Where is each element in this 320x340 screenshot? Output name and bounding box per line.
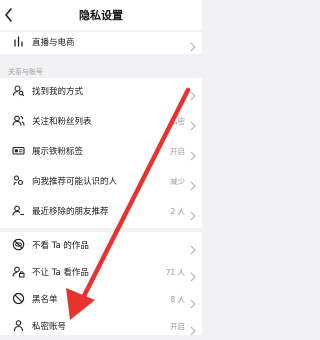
person-search-icon xyxy=(12,84,25,97)
chevron-right-icon xyxy=(190,86,196,101)
row-label: 最近移除的朋友推荐 xyxy=(32,207,109,217)
settings-group-relations: 找到我的方式 关注和粉丝列表 私密 展示铁粉标签 开启 向我推荐可能认识的人 减… xyxy=(0,78,202,228)
row-label: 直播与电商 xyxy=(32,38,75,48)
chevron-right-icon xyxy=(190,321,196,336)
row-value: 私密 xyxy=(170,117,185,126)
row-follow-fan-list[interactable]: 关注和粉丝列表 私密 xyxy=(0,108,202,134)
row-iron-fan-badge[interactable]: 展示铁粉标签 开启 xyxy=(0,138,202,164)
eye-off-icon xyxy=(12,238,25,251)
block-icon xyxy=(12,292,25,305)
followers-icon xyxy=(12,114,25,127)
contacts-icon xyxy=(12,174,25,187)
section-label: 关系与账号 xyxy=(8,68,43,76)
chevron-right-icon xyxy=(190,206,196,221)
badge-icon xyxy=(12,144,25,157)
chevron-right-icon xyxy=(190,294,196,309)
row-value: 71 人 xyxy=(165,268,185,277)
row-label: 找到我的方式 xyxy=(32,87,84,97)
row-label: 关注和粉丝列表 xyxy=(32,117,92,127)
chevron-right-icon xyxy=(190,116,196,131)
settings-group-top: 直播与电商 xyxy=(0,32,202,54)
row-value: 2 人 xyxy=(170,207,185,216)
row-label: 私密账号 xyxy=(32,322,67,332)
lock-person-icon xyxy=(12,319,25,332)
row-find-me[interactable]: 找到我的方式 xyxy=(0,78,202,104)
row-recently-removed[interactable]: 最近移除的朋友推荐 2 人 xyxy=(0,198,202,224)
row-recommend-acquaintances[interactable]: 向我推荐可能认识的人 减少 xyxy=(0,168,202,194)
remove-user-icon xyxy=(12,204,25,217)
row-label: 不看 Ta 的作品 xyxy=(32,241,89,251)
row-value: 减少 xyxy=(170,177,185,186)
header-bar: 隐私设置 xyxy=(0,0,202,30)
bar-chart-icon xyxy=(12,35,25,48)
chevron-right-icon xyxy=(190,37,196,52)
row-live-ecommerce[interactable]: 直播与电商 xyxy=(0,29,202,55)
chevron-right-icon xyxy=(190,267,196,282)
row-value: 8 人 xyxy=(170,295,185,304)
row-label: 不让 Ta 看作品 xyxy=(32,268,89,278)
chevron-right-icon xyxy=(190,146,196,161)
chevron-right-icon xyxy=(190,240,196,255)
row-private-account[interactable]: 私密账号 开启 xyxy=(0,313,202,339)
chevron-right-icon xyxy=(190,176,196,191)
page-title: 隐私设置 xyxy=(79,9,123,22)
row-blacklist[interactable]: 黑名单 8 人 xyxy=(0,286,202,312)
row-label: 黑名单 xyxy=(32,295,58,305)
row-label: 展示铁粉标签 xyxy=(32,147,84,157)
settings-group-blocking: 不看 Ta 的作品 不让 Ta 看作品 71 人 黑名单 8 人 私密账号 开启 xyxy=(0,232,202,336)
row-value: 开启 xyxy=(170,322,185,331)
row-hide-my-works[interactable]: 不让 Ta 看作品 71 人 xyxy=(0,259,202,285)
row-value: 开启 xyxy=(170,147,185,156)
row-label: 向我推荐可能认识的人 xyxy=(32,177,118,187)
row-hide-their-works[interactable]: 不看 Ta 的作品 xyxy=(0,232,202,258)
person-lock-icon xyxy=(12,265,25,278)
